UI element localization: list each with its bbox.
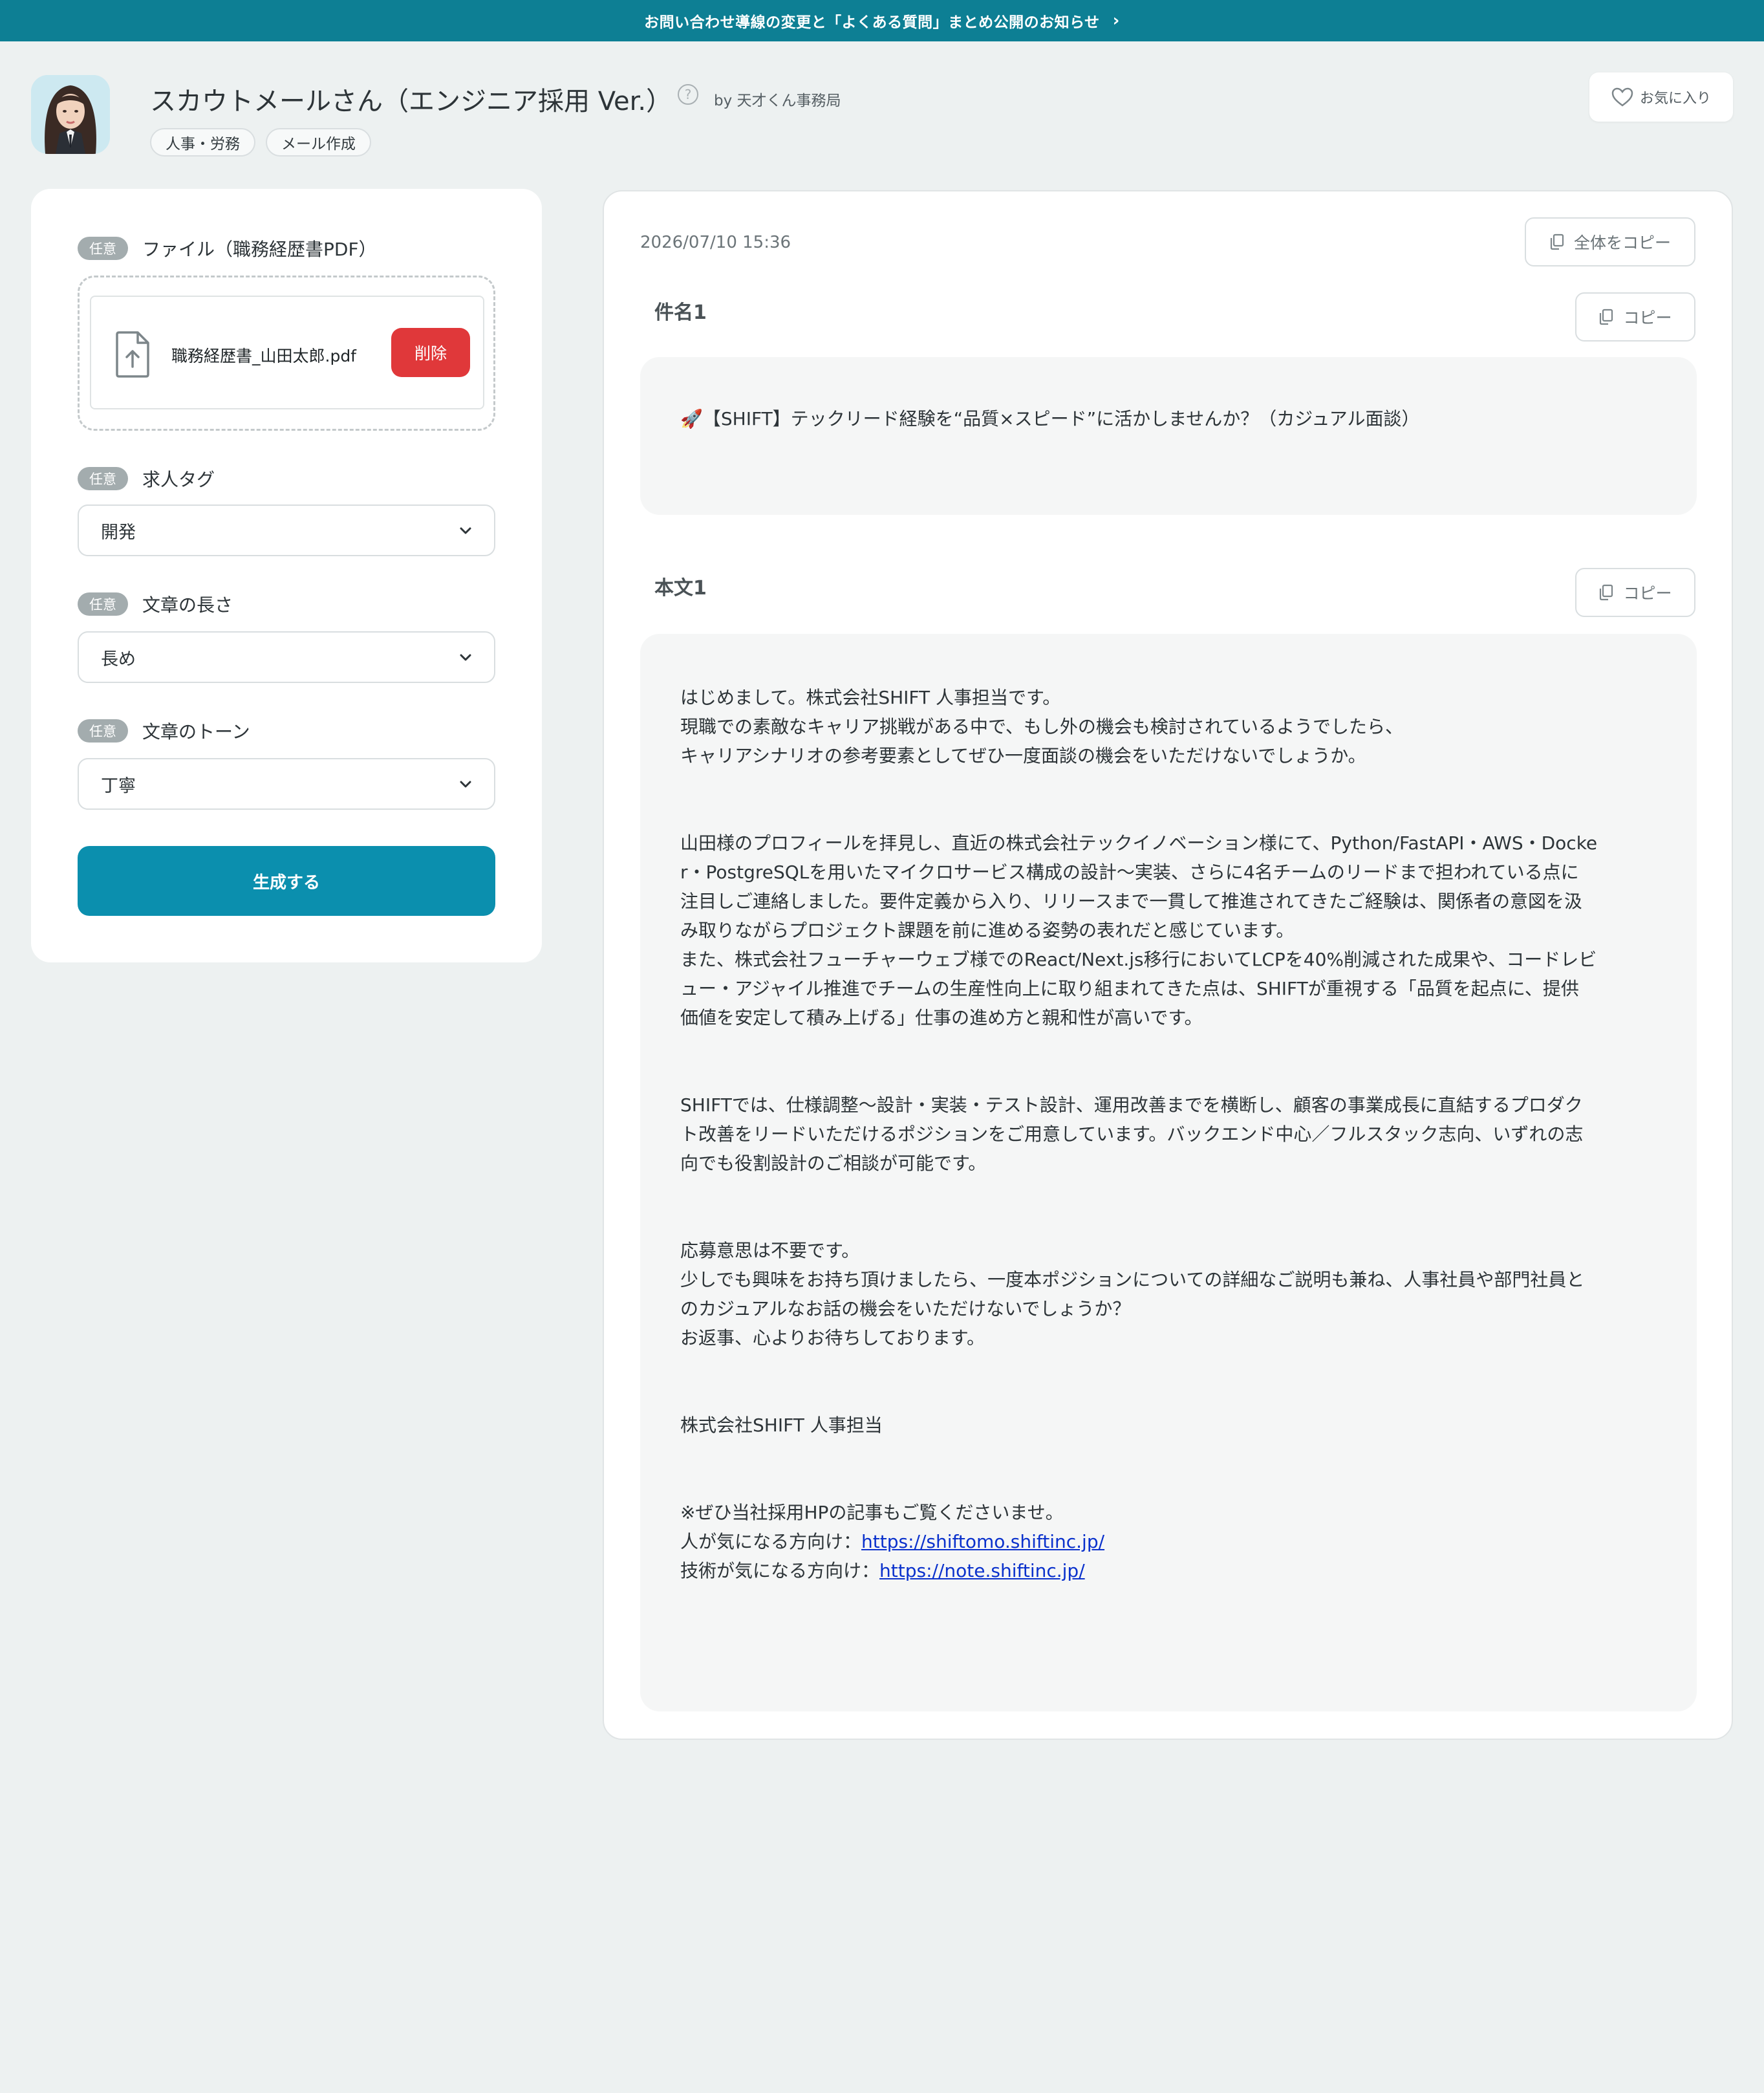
optional-badge: 任意: [78, 237, 128, 260]
tone-label: 文章のトーン: [142, 721, 250, 743]
generate-button[interactable]: 生成する: [78, 846, 495, 916]
optional-badge: 任意: [78, 592, 128, 616]
help-icon[interactable]: ?: [678, 84, 698, 105]
tone-value: 丁寧: [101, 775, 136, 796]
body-title: 本文1: [654, 577, 707, 600]
chevron-down-icon: [460, 781, 471, 788]
body-signature: 株式会社SHIFT 人事担当: [680, 1415, 883, 1436]
tag-mail[interactable]: メール作成: [266, 128, 371, 157]
tech-blog-link[interactable]: https://note.shiftinc.jp/: [879, 1560, 1085, 1581]
heart-icon: [1611, 87, 1633, 107]
subject-text[interactable]: 🚀【SHIFT】テックリード経験を“品質×スピード”に活かしませんか？（カジュア…: [680, 405, 1420, 431]
copy-label: コピー: [1623, 584, 1672, 603]
chevron-down-icon: [460, 654, 471, 661]
favorite-button[interactable]: お気に入り: [1589, 72, 1733, 122]
body-closing-note: ※ぜひ当社採用HPの記事もご覧くださいませ。: [680, 1502, 1064, 1523]
file-label: ファイル（職務経歴書PDF）: [142, 239, 377, 260]
tone-select[interactable]: 丁寧: [78, 758, 495, 810]
tag-list: 人事・労務 メール作成: [150, 128, 371, 157]
job-tag-label: 求人タグ: [142, 469, 215, 490]
copy-subject-button[interactable]: コピー: [1575, 292, 1695, 342]
optional-badge: 任意: [78, 719, 128, 743]
copy-all-label: 全体をコピー: [1573, 233, 1671, 252]
file-field-label: 任意 ファイル（職務経歴書PDF）: [78, 235, 377, 261]
copy-body-button[interactable]: コピー: [1575, 568, 1695, 617]
announcement-banner[interactable]: お問い合わせ導線の変更と「よくある質問」まとめ公開のお知らせ ›: [0, 0, 1764, 41]
job-tag-value: 開発: [101, 522, 136, 543]
announcement-text: お問い合わせ導線の変更と「よくある質問」まとめ公開のお知らせ: [644, 14, 1100, 31]
recruit-blog-link[interactable]: https://shiftomo.shiftinc.jp/: [861, 1531, 1104, 1552]
file-upload-icon: [116, 331, 149, 378]
copy-label: コピー: [1623, 309, 1672, 327]
length-value: 長め: [101, 649, 136, 669]
job-tag-select[interactable]: 開発: [78, 504, 495, 556]
length-label: 文章の長さ: [142, 594, 233, 616]
link1-prefix: 人が気になる方向け：: [680, 1531, 862, 1552]
copy-icon: [1600, 309, 1613, 325]
uploaded-file-card: 職務経歴書_山田太郎.pdf 削除: [90, 296, 484, 409]
favorite-label: お気に入り: [1639, 91, 1711, 107]
delete-file-button[interactable]: 削除: [391, 328, 470, 377]
author-label: by 天才くん事務局: [714, 92, 841, 109]
length-field-label: 任意 文章の長さ: [78, 591, 233, 617]
input-form-panel: 任意 ファイル（職務経歴書PDF） 職務経歴書_山田太郎.pdf 削除 任意 求…: [31, 189, 542, 962]
copy-all-button[interactable]: 全体をコピー: [1525, 217, 1695, 266]
body-paragraph-2: 山田様のプロフィールを拝見し、直近の株式会社テックイノベーション様にて、Pyth…: [680, 832, 1598, 1028]
result-timestamp: 2026/07/10 15:36: [640, 233, 791, 252]
chevron-down-icon: [460, 527, 471, 534]
optional-badge: 任意: [78, 467, 128, 490]
chevron-right-icon: ›: [1112, 11, 1120, 30]
body-paragraph-1: はじめまして。株式会社SHIFT 人事担当です。 現職での素敵なキャリア挑戦があ…: [680, 687, 1404, 766]
tone-field-label: 任意 文章のトーン: [78, 718, 250, 744]
link2-prefix: 技術が気になる方向け：: [680, 1560, 880, 1581]
uploaded-file-name: 職務経歴書_山田太郎.pdf: [171, 347, 356, 365]
subject-box: 🚀【SHIFT】テックリード経験を“品質×スピード”に活かしませんか？（カジュア…: [640, 357, 1697, 515]
body-text[interactable]: はじめまして。株式会社SHIFT 人事担当です。 現職での素敵なキャリア挑戦があ…: [680, 683, 1663, 1585]
app-avatar: [31, 75, 110, 154]
copy-icon: [1600, 584, 1613, 601]
body-paragraph-4: 応募意思は不要です。 少しでも興味をお持ち頂けましたら、一度本ポジションについて…: [680, 1240, 1585, 1349]
app-title: スカウトメールさん（エンジニア採用 Ver.）: [150, 87, 672, 116]
body-box: はじめまして。株式会社SHIFT 人事担当です。 現職での素敵なキャリア挑戦があ…: [640, 634, 1697, 1711]
copy-icon: [1550, 233, 1564, 250]
job-tag-field-label: 任意 求人タグ: [78, 466, 215, 492]
tag-hr[interactable]: 人事・労務: [150, 128, 255, 157]
length-select[interactable]: 長め: [78, 631, 495, 683]
file-dropzone[interactable]: 職務経歴書_山田太郎.pdf 削除: [78, 276, 495, 431]
subject-title: 件名1: [654, 301, 707, 324]
body-paragraph-3: SHIFTでは、仕様調整〜設計・実装・テスト設計、運用改善までを横断し、顧客の事…: [680, 1094, 1584, 1174]
result-panel: 2026/07/10 15:36 全体をコピー 件名1 コピー 🚀【SHIFT】…: [603, 190, 1733, 1740]
